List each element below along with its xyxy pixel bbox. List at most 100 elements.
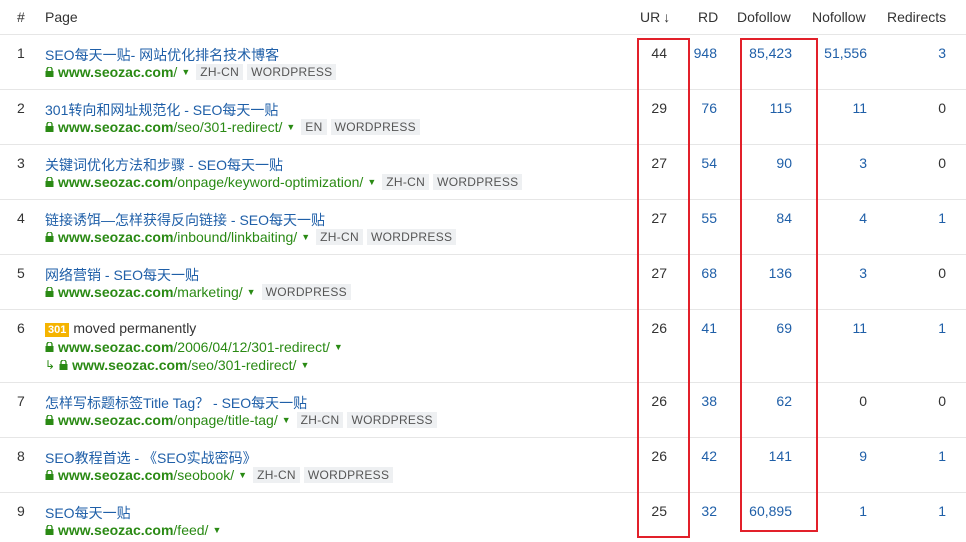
- header-rd[interactable]: RD: [698, 9, 718, 25]
- url-path[interactable]: /onpage/title-tag/: [173, 412, 277, 428]
- table-row: 3 关键词优化方法和步骤 - SEO每天一贴 www.seozac.com/on…: [0, 145, 966, 200]
- url-host[interactable]: www.seozac.com: [58, 522, 173, 538]
- rd-value[interactable]: 55: [701, 210, 717, 226]
- lang-tag: ZH-CN: [382, 174, 430, 190]
- url-line: www.seozac.com/onpage/title-tag/ ▼ ZH-CN…: [45, 412, 439, 428]
- caret-down-icon[interactable]: ▼: [301, 232, 310, 242]
- caret-down-icon[interactable]: ▼: [247, 287, 256, 297]
- url-host[interactable]: www.seozac.com: [58, 64, 173, 80]
- row-number: 3: [17, 155, 25, 171]
- lock-icon: [45, 232, 54, 242]
- lock-icon: [45, 525, 54, 535]
- lang-tag: ZH-CN: [196, 64, 244, 80]
- url-line: www.seozac.com/marketing/ ▼ WORDPRESS: [45, 284, 353, 300]
- redirects-value: 0: [938, 393, 946, 409]
- lock-icon: [59, 360, 68, 370]
- nofollow-value[interactable]: 4: [859, 210, 867, 226]
- nofollow-value[interactable]: 1: [859, 503, 867, 519]
- header-redirects[interactable]: Redirects: [887, 9, 946, 25]
- header-page[interactable]: Page: [45, 9, 78, 25]
- header-ur-label: UR: [640, 9, 661, 25]
- redirect-url-host[interactable]: www.seozac.com: [72, 357, 187, 373]
- nofollow-value[interactable]: 11: [852, 320, 867, 336]
- page-title-link[interactable]: 关键词优化方法和步骤 - SEO每天一贴: [45, 155, 283, 175]
- lock-icon: [45, 415, 54, 425]
- ur-column-highlight: [637, 38, 690, 538]
- url-path[interactable]: /seobook/: [173, 467, 234, 483]
- url-line: www.seozac.com/onpage/keyword-optimizati…: [45, 174, 524, 190]
- caret-down-icon[interactable]: ▼: [300, 360, 309, 370]
- rd-value[interactable]: 54: [701, 155, 717, 171]
- url-line: www.seozac.com / ▼ ZH-CN WORDPRESS: [45, 64, 338, 80]
- redirects-value[interactable]: 3: [938, 45, 946, 61]
- url-host[interactable]: www.seozac.com: [58, 467, 173, 483]
- page-title-link[interactable]: 链接诱饵—怎样获得反向链接 - SEO每天一贴: [45, 210, 325, 230]
- redirect-url-path[interactable]: /seo/301-redirect/: [187, 357, 296, 373]
- rd-value[interactable]: 948: [694, 45, 717, 61]
- rd-value[interactable]: 68: [701, 265, 717, 281]
- redirect-url-line: ↳ www.seozac.com/seo/301-redirect/ ▼: [45, 357, 313, 373]
- url-path[interactable]: /marketing/: [173, 284, 242, 300]
- redirects-value[interactable]: 1: [938, 503, 946, 519]
- url-host[interactable]: www.seozac.com: [58, 174, 173, 190]
- lang-tag: ZH-CN: [296, 412, 344, 428]
- lock-icon: [45, 287, 54, 297]
- page-title-link[interactable]: SEO每天一贴- 网站优化排名技术博客: [45, 45, 279, 65]
- rd-value[interactable]: 38: [701, 393, 717, 409]
- redirects-value[interactable]: 1: [938, 210, 946, 226]
- url-path[interactable]: /feed/: [173, 522, 208, 538]
- url-path[interactable]: /inbound/linkbaiting/: [173, 229, 297, 245]
- header-dofollow[interactable]: Dofollow: [737, 9, 791, 25]
- rd-value[interactable]: 76: [701, 100, 717, 116]
- url-host[interactable]: www.seozac.com: [58, 284, 173, 300]
- lock-icon: [45, 342, 54, 352]
- table-row: 2 301转向和网址规范化 - SEO每天一贴 www.seozac.com/s…: [0, 90, 966, 145]
- caret-down-icon[interactable]: ▼: [367, 177, 376, 187]
- lang-tag: ZH-CN: [316, 229, 363, 245]
- caret-down-icon[interactable]: ▼: [181, 67, 190, 77]
- caret-down-icon[interactable]: ▼: [286, 122, 295, 132]
- header-ur[interactable]: UR ↓: [640, 9, 670, 25]
- nofollow-value[interactable]: 9: [859, 448, 867, 464]
- platform-tag: WORDPRESS: [433, 174, 523, 190]
- lock-icon: [45, 122, 54, 132]
- page-title: 301 moved permanently: [45, 320, 196, 337]
- caret-down-icon[interactable]: ▼: [212, 525, 221, 535]
- nofollow-value[interactable]: 11: [852, 100, 867, 116]
- page-title-link[interactable]: SEO每天一贴: [45, 503, 131, 523]
- redirects-value[interactable]: 1: [938, 448, 946, 464]
- redirect-arrow-icon: ↳: [45, 358, 56, 372]
- url-path[interactable]: /seo/301-redirect/: [173, 119, 282, 135]
- page-title-link[interactable]: SEO教程首选 - 《SEO实战密码》: [45, 448, 257, 468]
- rd-value[interactable]: 41: [701, 320, 717, 336]
- row-number: 6: [17, 320, 25, 336]
- caret-down-icon[interactable]: ▼: [238, 470, 247, 480]
- page-title-link[interactable]: 怎样写标题标签Title Tag？ - SEO每天一贴: [45, 393, 307, 413]
- platform-tag: WORDPRESS: [347, 412, 437, 428]
- page-title-link[interactable]: 301转向和网址规范化 - SEO每天一贴: [45, 100, 278, 120]
- url-host[interactable]: www.seozac.com: [58, 119, 173, 135]
- dofollow-column-highlight: [740, 38, 818, 532]
- status-badge: 301: [45, 323, 70, 337]
- lock-icon: [45, 470, 54, 480]
- url-host[interactable]: www.seozac.com: [58, 412, 173, 428]
- url-path[interactable]: /: [173, 64, 177, 80]
- caret-down-icon[interactable]: ▼: [334, 342, 343, 352]
- header-nofollow[interactable]: Nofollow: [812, 9, 866, 25]
- nofollow-value[interactable]: 3: [859, 155, 867, 171]
- rd-value[interactable]: 32: [701, 503, 717, 519]
- nofollow-value[interactable]: 3: [859, 265, 867, 281]
- nofollow-value[interactable]: 51,556: [824, 45, 867, 61]
- caret-down-icon[interactable]: ▼: [282, 415, 291, 425]
- url-host[interactable]: www.seozac.com: [58, 229, 173, 245]
- rd-value[interactable]: 42: [701, 448, 717, 464]
- redirects-value[interactable]: 1: [938, 320, 946, 336]
- sort-down-arrow-icon: ↓: [663, 9, 671, 25]
- redirects-value: 0: [938, 155, 946, 171]
- header-number: #: [17, 9, 25, 25]
- page-title-link[interactable]: 网络营销 - SEO每天一贴: [45, 265, 199, 285]
- table-row: 4 链接诱饵—怎样获得反向链接 - SEO每天一贴 www.seozac.com…: [0, 200, 966, 255]
- url-path[interactable]: /2006/04/12/301-redirect/: [173, 339, 329, 355]
- url-host[interactable]: www.seozac.com: [58, 339, 173, 355]
- url-path[interactable]: /onpage/keyword-optimization/: [173, 174, 363, 190]
